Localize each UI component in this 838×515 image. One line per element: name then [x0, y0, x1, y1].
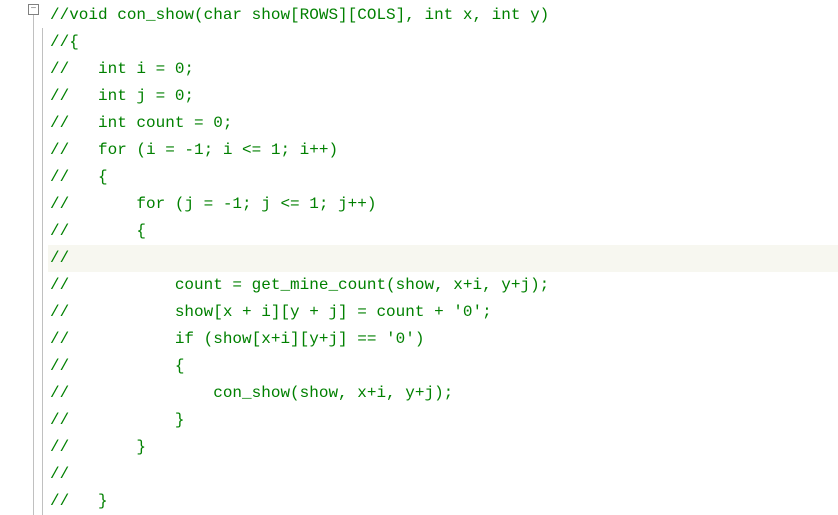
code-line[interactable]: //void con_show(char show[ROWS][COLS], i…: [48, 2, 838, 29]
code-editor[interactable]: − //void con_show(char show[ROWS][COLS],…: [0, 0, 838, 515]
token-comment: // int count = 0;: [50, 114, 232, 132]
code-line[interactable]: // {: [48, 218, 838, 245]
token-comment: // }: [50, 438, 146, 456]
token-comment: // }: [50, 492, 108, 510]
token-comment: //: [50, 249, 69, 267]
code-line[interactable]: //{: [48, 29, 838, 56]
token-comment: //void con_show(char show[ROWS][COLS], i…: [50, 6, 549, 24]
code-line[interactable]: //: [48, 245, 838, 272]
token-comment: // for (i = -1; i <= 1; i++): [50, 141, 338, 159]
token-comment: //: [50, 465, 69, 483]
token-comment: // int i = 0;: [50, 60, 194, 78]
token-comment: // show[x + i][y + j] = count + '0';: [50, 303, 492, 321]
code-line[interactable]: // count = get_mine_count(show, x+i, y+j…: [48, 272, 838, 299]
code-line[interactable]: // int i = 0;: [48, 56, 838, 83]
code-line[interactable]: // int count = 0;: [48, 110, 838, 137]
fold-toggle[interactable]: −: [28, 4, 39, 15]
code-line[interactable]: //: [48, 461, 838, 488]
token-comment: // if (show[x+i][y+j] == '0'): [50, 330, 424, 348]
code-line[interactable]: // show[x + i][y + j] = count + '0';: [48, 299, 838, 326]
code-line[interactable]: // for (i = -1; i <= 1; i++): [48, 137, 838, 164]
gutter: −: [0, 0, 48, 515]
token-comment: // count = get_mine_count(show, x+i, y+j…: [50, 276, 549, 294]
code-line[interactable]: // int j = 0;: [48, 83, 838, 110]
token-comment: // {: [50, 222, 146, 240]
code-line[interactable]: // for (j = -1; j <= 1; j++): [48, 191, 838, 218]
token-comment: // {: [50, 168, 108, 186]
code-line[interactable]: // {: [48, 164, 838, 191]
code-line[interactable]: // }: [48, 407, 838, 434]
inner-guide-line: [42, 28, 43, 515]
token-comment: //{: [50, 33, 79, 51]
code-line[interactable]: // {: [48, 353, 838, 380]
token-comment: // }: [50, 411, 184, 429]
token-comment: // {: [50, 357, 184, 375]
fold-icon: −: [30, 5, 36, 15]
code-area[interactable]: //void con_show(char show[ROWS][COLS], i…: [48, 0, 838, 515]
code-line[interactable]: // }: [48, 434, 838, 461]
code-line[interactable]: // con_show(show, x+i, y+j);: [48, 380, 838, 407]
code-line[interactable]: // }: [48, 488, 838, 515]
token-comment: // con_show(show, x+i, y+j);: [50, 384, 453, 402]
token-comment: // for (j = -1; j <= 1; j++): [50, 195, 376, 213]
token-comment: // int j = 0;: [50, 87, 194, 105]
code-line[interactable]: // if (show[x+i][y+j] == '0'): [48, 326, 838, 353]
fold-guide-line: [33, 15, 34, 515]
